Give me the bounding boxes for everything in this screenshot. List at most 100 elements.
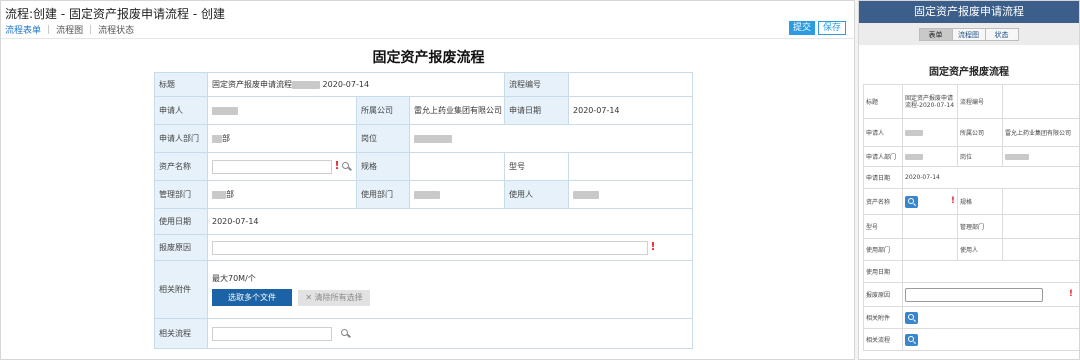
- desktop-tab-bar: 流程表单 | 流程图 | 流程状态: [5, 23, 134, 37]
- search-icon[interactable]: [340, 329, 350, 338]
- user-value: [1002, 238, 1079, 261]
- field-label: 所属公司: [957, 118, 1003, 147]
- field-label: 型号: [863, 214, 903, 239]
- field-label: 岗位: [356, 124, 410, 153]
- use-dept-value: [408, 180, 506, 209]
- field-label: 使用人: [504, 180, 570, 209]
- scrap-reason-input[interactable]: [212, 240, 648, 255]
- required-icon: !: [1068, 289, 1074, 299]
- attachment-cell: [902, 306, 1079, 329]
- field-label: 相关流程: [863, 328, 903, 351]
- form-row: 申请人部门 岗位: [863, 146, 1079, 167]
- mgmt-dept-value: 部: [207, 180, 357, 209]
- asset-name-input[interactable]: [212, 159, 332, 174]
- field-label: 使用日期: [154, 208, 208, 235]
- position-value: [408, 124, 694, 153]
- scrap-reason-cell: !: [902, 282, 1079, 307]
- title-date: 2020-07-14: [322, 80, 370, 89]
- field-label: 规格: [957, 188, 1003, 215]
- desktop-form-table: 标题 固定资产报废申请流程 2020-07-14 流程编号 申请人 所属公司 雷…: [154, 72, 694, 349]
- clear-selection-button[interactable]: ✕ 清除所有选择: [298, 290, 370, 306]
- attachment-limit: 最大70M/个: [212, 274, 256, 283]
- field-label: 报废原因: [154, 234, 208, 261]
- applicant-dept-value: [902, 146, 958, 167]
- field-label: 所属公司: [356, 96, 410, 125]
- form-row: 相关附件: [863, 306, 1079, 329]
- form-row: 相关流程: [863, 328, 1079, 351]
- apply-date-value: 2020-07-14: [568, 96, 694, 125]
- redacted-text: [573, 190, 600, 199]
- form-row: 报废原因 !: [154, 234, 694, 261]
- tab-flow-chart[interactable]: 流程图: [56, 23, 83, 36]
- field-label: 申请人: [154, 96, 208, 125]
- mgmt-dept-value: [1002, 214, 1079, 239]
- search-icon[interactable]: [905, 333, 918, 346]
- mobile-tab-form[interactable]: 表单: [918, 27, 953, 41]
- form-row: 标题 固定资产报废申请流程-2020-07-14 流程编号: [863, 84, 1079, 119]
- save-button[interactable]: 保存: [818, 21, 846, 35]
- form-row: 资产名称 ! 规格: [863, 188, 1079, 215]
- model-value[interactable]: [568, 152, 694, 181]
- apply-date-value: 2020-07-14: [902, 166, 1079, 189]
- redacted-text: [414, 190, 440, 199]
- tab-flow-status[interactable]: 流程状态: [98, 23, 134, 36]
- field-label: 管理部门: [154, 180, 208, 209]
- attachment-cell: 最大70M/个 选取多个文件 ✕ 清除所有选择: [206, 260, 694, 319]
- search-icon[interactable]: [905, 195, 918, 208]
- spec-value[interactable]: [408, 152, 506, 181]
- mobile-form-title: 固定资产报废流程: [929, 67, 1009, 78]
- applicant-value: [207, 96, 357, 125]
- tab-flow-form[interactable]: 流程表单: [5, 23, 41, 36]
- title-value: 固定资产报废申请流程-2020-07-14: [902, 84, 958, 119]
- close-icon: ✕: [305, 293, 315, 302]
- field-label: 申请日期: [863, 166, 903, 189]
- form-row: 相关流程: [154, 318, 694, 349]
- title-value: 固定资产报废申请流程 2020-07-14: [206, 72, 506, 97]
- redacted-text: [905, 129, 923, 136]
- form-row: 报废原因 !: [863, 282, 1079, 307]
- field-label: 型号: [504, 152, 570, 181]
- desktop-panel: 流程:创建 - 固定资产报废申请流程 - 创建 流程表单 | 流程图 | 流程状…: [0, 0, 855, 360]
- field-label: 管理部门: [957, 214, 1003, 239]
- field-label: 申请日期: [504, 96, 570, 125]
- field-label: 使用部门: [356, 180, 410, 209]
- field-label: 资产名称: [154, 152, 208, 181]
- select-files-button[interactable]: 选取多个文件: [212, 289, 292, 306]
- spec-value[interactable]: [1002, 188, 1079, 215]
- form-row: 使用日期 2020-07-14: [154, 208, 694, 235]
- form-row: 使用部门 使用人: [863, 238, 1079, 261]
- form-row: 管理部门 部 使用部门 使用人: [154, 180, 694, 209]
- mobile-header-title: 固定资产报废申请流程: [859, 1, 1079, 23]
- flow-no-value: [1002, 84, 1079, 119]
- related-flow-input[interactable]: [212, 326, 332, 341]
- form-row: 标题 固定资产报废申请流程 2020-07-14 流程编号: [154, 72, 694, 97]
- form-row: 申请人 所属公司 雷允上药业集团有限公司 申请日期 2020-07-14: [154, 96, 694, 125]
- redacted-text: [212, 106, 238, 115]
- form-row: 申请人部门 部 岗位: [154, 124, 694, 153]
- form-title: 固定资产报废流程: [372, 50, 485, 66]
- title-text: 固定资产报废申请流程: [212, 80, 292, 89]
- submit-button[interactable]: 提交: [789, 21, 815, 35]
- search-icon[interactable]: [342, 162, 351, 171]
- user-value: [568, 180, 694, 209]
- redacted-text: [292, 80, 320, 89]
- dept-suffix: 部: [222, 134, 230, 143]
- scrap-reason-input[interactable]: [905, 287, 1043, 302]
- required-icon: !: [950, 195, 955, 206]
- asset-name-cell: !: [902, 188, 958, 215]
- mobile-tab-status[interactable]: 状态: [984, 27, 1019, 41]
- mobile-form-table: 标题 固定资产报废申请流程-2020-07-14 流程编号 申请人 所属公司 雷…: [863, 84, 1079, 351]
- field-label: 申请人部门: [154, 124, 208, 153]
- required-icon: !: [334, 159, 340, 173]
- use-dept-value: [902, 238, 958, 261]
- mobile-panel: 固定资产报废申请流程 表单 流程图 状态 固定资产报废流程 标题 固定资产报废申…: [858, 0, 1080, 360]
- applicant-value: [902, 118, 958, 147]
- redacted-text: [212, 190, 226, 199]
- form-row: 相关附件 最大70M/个 选取多个文件 ✕ 清除所有选择: [154, 260, 694, 319]
- mobile-tab-flow-chart[interactable]: 流程图: [951, 27, 986, 41]
- use-date-value: 2020-07-14: [206, 208, 694, 235]
- search-icon[interactable]: [905, 311, 918, 324]
- tab-divider: |: [89, 24, 93, 35]
- model-value[interactable]: [902, 214, 958, 239]
- form-row: 使用日期: [863, 260, 1079, 283]
